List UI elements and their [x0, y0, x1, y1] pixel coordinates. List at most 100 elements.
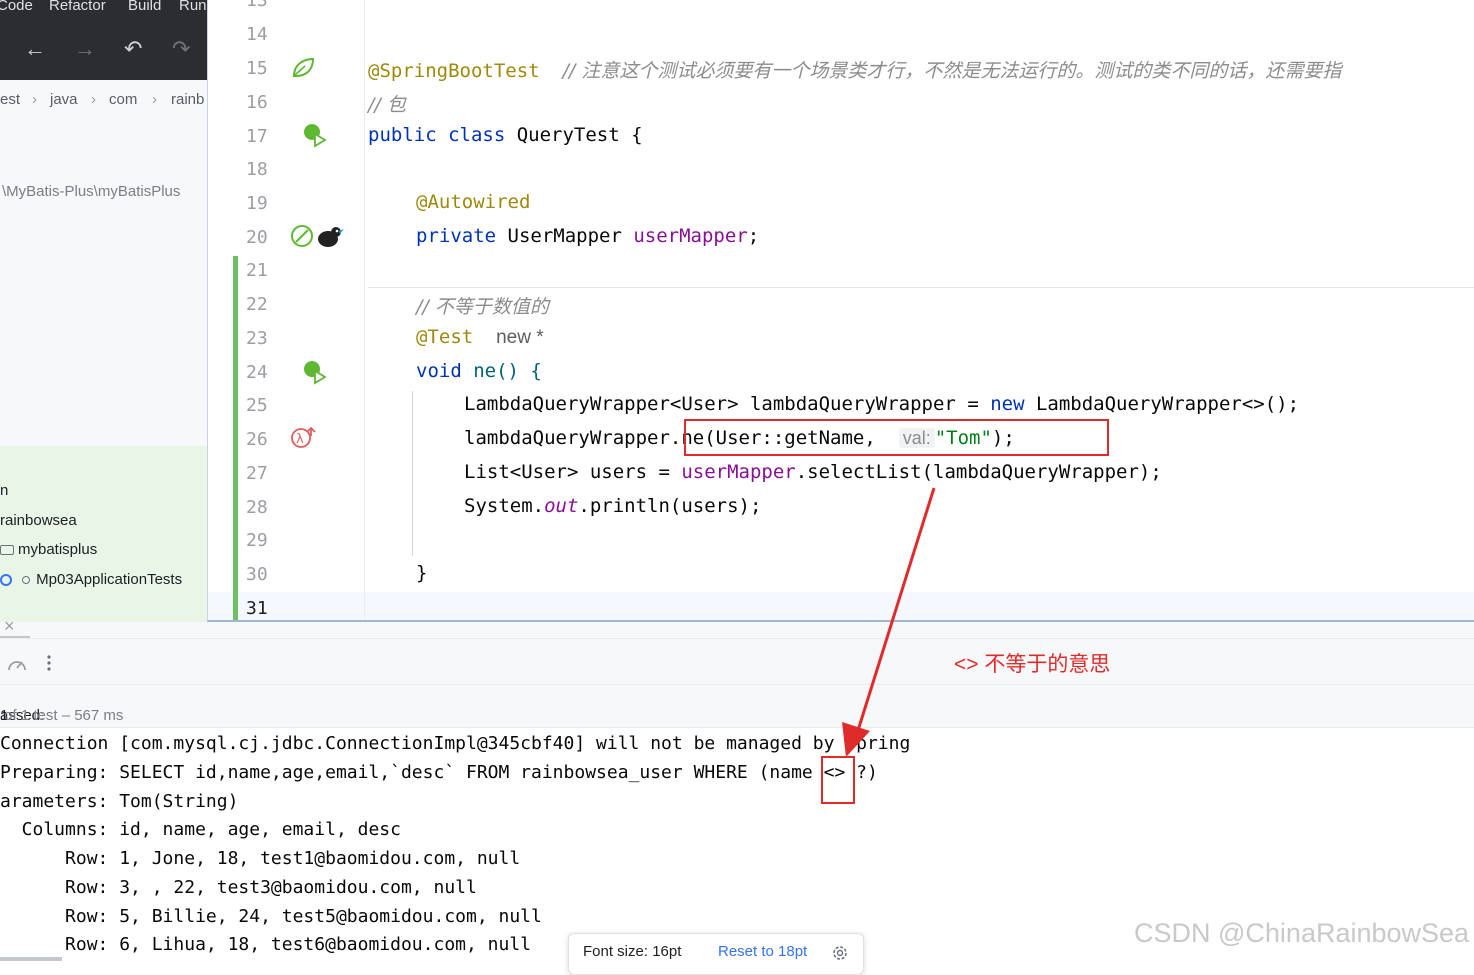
scrollbar[interactable] [0, 957, 62, 961]
line-number: 15 [246, 58, 268, 79]
line-number: 27 [246, 463, 268, 484]
code-line-27: List<User> users = userMapper.selectList… [464, 461, 1162, 483]
project-panel: \MyBatis-Plus\myBatisPlus n rainbowsea m… [0, 120, 207, 637]
menu-code[interactable]: Code [0, 0, 33, 14]
annotation-autowired: @Autowired [416, 191, 531, 213]
console-line: Columns: id, name, age, email, desc [0, 819, 401, 840]
tree-item-rainbowsea[interactable]: rainbowsea [0, 512, 77, 529]
console-line: Row: 3, , 22, test3@baomidou.com, null [0, 877, 477, 898]
gutter-divider [364, 0, 365, 620]
line-number: 23 [246, 328, 268, 349]
method-name: ne() { [473, 360, 542, 382]
line-number: 14 [246, 24, 268, 45]
code-line-15: @SpringBootTest // 注意这个测试必须要有一个场景类才行，不然是… [368, 56, 1341, 83]
lambda-icon[interactable]: λ [290, 426, 318, 450]
folder-icon [0, 545, 14, 556]
method-separator [368, 287, 1474, 288]
breadcrumb-item[interactable]: com [109, 91, 137, 108]
project-path: \MyBatis-Plus\myBatisPlus [2, 183, 181, 200]
breadcrumb-sep-icon: › [91, 91, 96, 108]
gear-icon[interactable] [831, 944, 849, 962]
menu-run[interactable]: Run [179, 0, 207, 14]
current-line-highlight [208, 592, 1474, 620]
code-text: List<User> users = [464, 461, 682, 483]
circle-icon [22, 576, 31, 585]
menu-build[interactable]: Build [128, 0, 161, 14]
tree-item-label: Mp03ApplicationTests [36, 571, 183, 588]
menu-bar: Code Refactor Build Run [0, 0, 207, 14]
code-text: LambdaQueryWrapper<>(); [1035, 393, 1300, 415]
autowired-bean-icon[interactable] [290, 224, 316, 250]
code-line-20: private UserMapper userMapper; [416, 225, 759, 247]
console-line: Connection [com.mysql.cj.jdbc.Connection… [0, 733, 911, 754]
highlight-box-ne [684, 419, 1109, 456]
line-number: 22 [246, 294, 268, 315]
line-number: 26 [246, 429, 268, 450]
line-number: 19 [246, 193, 268, 214]
test-class-icon [0, 574, 12, 587]
line-number: 25 [246, 395, 268, 416]
code-text: LambdaQueryWrapper<User> lambdaQueryWrap… [464, 393, 991, 415]
line-number: 16 [246, 92, 268, 113]
breadcrumb-item[interactable]: est [0, 91, 20, 108]
code-line-28: System.out.println(users); [464, 495, 761, 517]
line-number: 24 [246, 362, 268, 383]
code-keyword: new [990, 393, 1036, 415]
code-line-22: // 不等于数值的 [416, 292, 549, 319]
line-number: 29 [246, 530, 268, 551]
menu-refactor[interactable]: Refactor [49, 0, 106, 14]
tree-item-tests[interactable]: Mp03ApplicationTests [0, 571, 182, 588]
code-keyword: void [416, 360, 474, 382]
font-size-popup: Font size: 16pt Reset to 18pt [568, 933, 864, 975]
watermark: CSDN @ChinaRainbowSea [1134, 918, 1470, 948]
run-test-icon[interactable] [302, 359, 328, 385]
run-tab-strip: × [0, 616, 1474, 638]
code-line-24: void ne() { [416, 360, 542, 382]
vcs-change-bar [233, 256, 238, 620]
code-keyword: public class [368, 124, 517, 146]
code-line-23: @Test new * [416, 326, 544, 349]
code-text: .selectList(lambdaQueryWrapper); [795, 461, 1162, 483]
code-field: userMapper [681, 461, 796, 483]
line-number: 18 [246, 159, 268, 180]
spring-bean-icon[interactable] [290, 56, 316, 80]
tree-item[interactable]: n [0, 482, 8, 499]
breadcrumb-item[interactable]: java [50, 91, 78, 108]
annotation-test: @Test [416, 326, 474, 348]
annotation-not-equal: <> 不等于的意思 [954, 653, 1111, 676]
console-line: Row: 1, Jone, 18, test1@baomidou.com, nu… [0, 848, 521, 869]
code-line-19: @Autowired [416, 191, 530, 213]
line-number: 30 [246, 564, 268, 585]
line-number: 31 [246, 598, 268, 619]
breadcrumb-sep-icon: › [32, 91, 37, 108]
code-punct: ; [747, 225, 760, 247]
tree-item-mybatisplus[interactable]: mybatisplus [0, 541, 97, 558]
console-line: Row: 6, Lihua, 18, test6@baomidou.com, n… [0, 934, 532, 955]
breadcrumb-item[interactable]: rainb [171, 91, 204, 108]
back-arrow-icon[interactable]: ← [24, 38, 46, 60]
tree-item-label: mybatisplus [18, 541, 98, 558]
redo-icon[interactable]: ↷ [172, 38, 190, 60]
line-number: 21 [246, 260, 268, 281]
code-comment: // 注意这个测试必须要有一个场景类才行，不然是无法运行的。测试的类不同的话，还… [562, 60, 1342, 82]
code-type: UserMapper [507, 225, 634, 247]
reset-font-link[interactable]: Reset to 18pt [718, 943, 807, 960]
run-test-icon[interactable] [302, 122, 328, 148]
undo-icon[interactable]: ↶ [124, 38, 142, 60]
code-brace: } [416, 562, 428, 584]
code-comment: // 不等于数值的 [416, 296, 549, 318]
codevision-author[interactable]: new * [496, 327, 544, 348]
line-number: 13 [246, 0, 268, 11]
code-keyword: private [416, 225, 508, 247]
more-vertical-icon[interactable] [44, 653, 54, 673]
code-editor[interactable]: 13 14 15 16 17 18 19 20 21 22 23 24 25 2… [207, 0, 1474, 622]
main-toolbar: ← → ↶ ↷ [0, 14, 207, 80]
line-number: 20 [246, 227, 268, 248]
class-name: QueryTest { [516, 124, 643, 146]
forward-arrow-icon[interactable]: → [74, 38, 96, 60]
speedometer-icon[interactable] [6, 655, 28, 673]
close-icon[interactable]: × [4, 616, 15, 637]
mybatis-bird-icon[interactable] [316, 224, 344, 250]
run-toolbar [0, 638, 1474, 685]
code-line-17: public class QueryTest { [368, 124, 643, 146]
